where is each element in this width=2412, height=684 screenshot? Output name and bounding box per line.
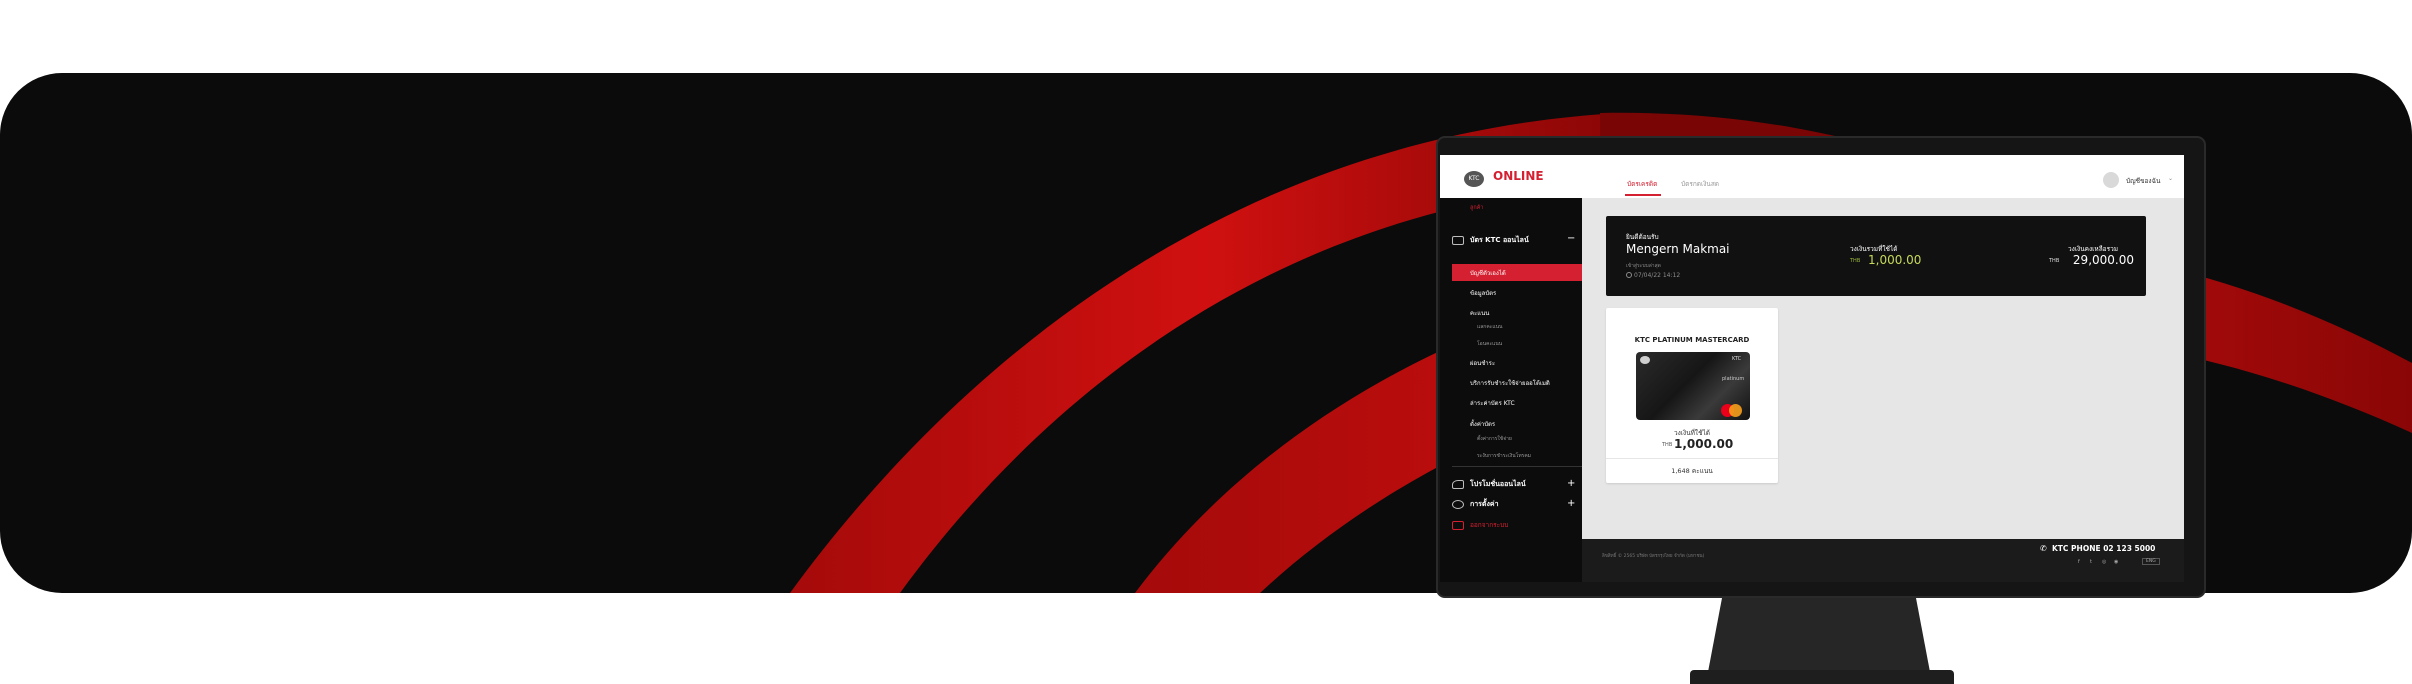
sidebar-item-card-info[interactable]: ข้อมูลบัตร <box>1470 288 1496 298</box>
footer: ลิขสิทธิ์ © 2565 บริษัท บัตรกรุงไทย จำกั… <box>1582 539 2184 582</box>
active-tab-indicator <box>1625 194 1661 196</box>
expand-icon[interactable]: + <box>1567 499 1575 509</box>
sidebar-item-points[interactable]: คะแนน <box>1470 308 1489 318</box>
collapse-icon[interactable]: − <box>1567 234 1575 244</box>
copyright-text: ลิขสิทธิ์ © 2565 บริษัท บัตรกรุงไทย จำกั… <box>1602 554 1705 559</box>
sidebar-sub-suspend[interactable]: ระงับการชำระเงินโทรคม <box>1477 452 1531 460</box>
sidebar-section-ktc-online[interactable]: บัตร KTC ออนไลน์ <box>1470 235 1529 246</box>
card-available-value: 1,000.00 <box>1674 437 1734 451</box>
sidebar-section-promotion[interactable]: โปรโมชั่นออนไลน์ <box>1470 479 1526 490</box>
credit-limit-value: 1,000.00 <box>1868 253 1922 267</box>
support-phone[interactable]: KTC PHONE 02 123 5000 <box>2052 544 2155 553</box>
available-balance-value: 29,000.00 <box>2072 253 2134 267</box>
main-content: ยินดีต้อนรับ Mengern Makmai เข้าสู่ระบบล… <box>1582 198 2184 539</box>
top-navigation: KTC ONLINE บัตรเครดิต บัตรกดเงินสด บัญชี… <box>1440 155 2184 198</box>
sidebar-sub-spending[interactable]: ตั้งค่าการใช้จ่าย <box>1477 435 1512 443</box>
sidebar-top-link[interactable]: ลูกค้า <box>1470 204 1483 212</box>
chevron-down-icon[interactable]: ⌄ <box>2168 175 2173 182</box>
tab-cash-card[interactable]: บัตรกดเงินสด <box>1681 179 1719 189</box>
line-icon[interactable]: ◉ <box>2114 559 2118 565</box>
sidebar-item-autopay[interactable]: บริการรับชำระใช้จ่ายออโต้เมติ <box>1470 378 1550 388</box>
greeting-label: ยินดีต้อนรับ <box>1626 233 1659 241</box>
ktc-emblem-icon <box>1640 356 1650 364</box>
avatar[interactable] <box>2103 172 2119 188</box>
credit-card-icon <box>1452 236 1464 245</box>
tag-icon <box>1452 480 1464 489</box>
brand-title[interactable]: ONLINE <box>1493 169 1544 183</box>
instagram-icon[interactable]: ◎ <box>2102 559 2106 565</box>
sidebar-sub-transfer[interactable]: โอนคะแนน <box>1477 340 1502 348</box>
credit-card-tile[interactable]: KTC PLATINUM MASTERCARD KTC platinum วงเ… <box>1606 308 1778 483</box>
welcome-banner: ยินดีต้อนรับ Mengern Makmai เข้าสู่ระบบล… <box>1606 216 2146 296</box>
card-image-tier: platinum <box>1722 376 1745 382</box>
monitor-screen: KTC ONLINE บัตรเครดิต บัตรกดเงินสด บัญชี… <box>1440 155 2184 582</box>
currency-label: THB <box>1662 442 1673 448</box>
customer-name: Mengern Makmai <box>1626 242 1730 256</box>
card-divider <box>1606 458 1778 459</box>
sidebar-item-account[interactable]: บัญชีตัวเองได้ <box>1470 268 1506 278</box>
logout-button[interactable]: ออกจากระบบ <box>1470 520 1508 530</box>
expand-icon[interactable]: + <box>1567 479 1575 489</box>
tab-credit-card[interactable]: บัตรเครดิต <box>1627 179 1657 189</box>
sidebar-sub-redeem[interactable]: แลกคะแนน <box>1477 323 1502 331</box>
logout-icon[interactable] <box>1452 521 1464 530</box>
ktc-logo-icon[interactable]: KTC <box>1464 171 1484 187</box>
currency-label: THB <box>1850 258 1861 264</box>
twitter-icon[interactable]: t <box>2090 559 2092 565</box>
last-login-label: เข้าสู่ระบบล่าสุด <box>1626 263 1661 269</box>
gear-icon <box>1452 500 1464 509</box>
phone-icon: ✆ <box>2040 544 2047 553</box>
account-menu-label[interactable]: บัญชีของฉัน <box>2126 176 2160 186</box>
monitor-stand <box>1708 598 1930 672</box>
sidebar-item-card-fee[interactable]: ล่าระค่าบัตร KTC <box>1470 398 1515 408</box>
sidebar-item-card-settings[interactable]: ตั้งค่าบัตร <box>1470 419 1495 429</box>
monitor-base <box>1690 670 1954 684</box>
sidebar-item-installment[interactable]: ผ่อนชำระ <box>1470 358 1495 368</box>
facebook-icon[interactable]: f <box>2078 559 2080 565</box>
sidebar: ลูกค้า บัตร KTC ออนไลน์ − บัญชีตัวเองได้… <box>1440 198 1592 582</box>
mastercard-logo-icon <box>1729 404 1742 417</box>
sidebar-divider <box>1452 466 1582 467</box>
sidebar-section-settings[interactable]: การตั้งค่า <box>1470 499 1499 510</box>
card-image: KTC platinum <box>1636 352 1750 420</box>
card-points: 1,648 คะแนน <box>1671 467 1713 475</box>
card-image-brand: KTC <box>1732 356 1742 362</box>
card-name: KTC PLATINUM MASTERCARD <box>1634 336 1750 344</box>
last-login-time: 07/04/22 14:12 <box>1634 272 1681 279</box>
language-switch[interactable]: ENG <box>2142 558 2160 565</box>
clock-icon <box>1626 272 1632 278</box>
